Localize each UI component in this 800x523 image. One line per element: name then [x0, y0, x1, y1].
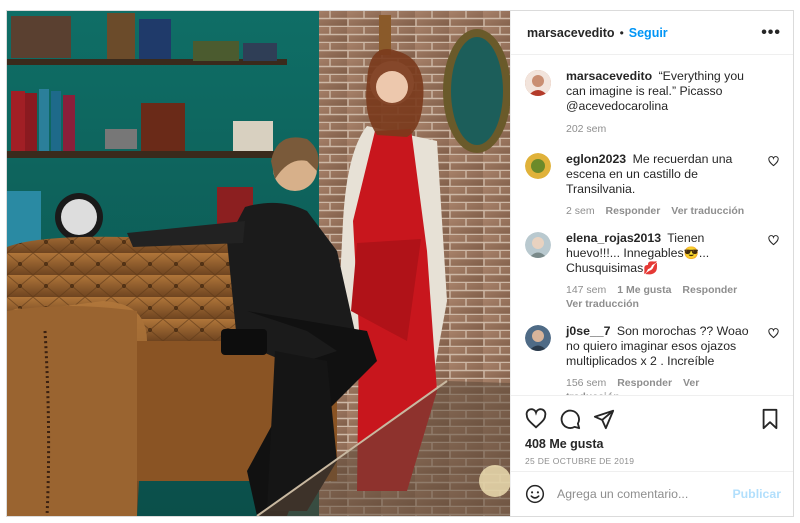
- comment-time[interactable]: 147 sem: [566, 284, 606, 296]
- translate-button[interactable]: Ver traducción: [566, 298, 639, 310]
- instagram-post: marsacevedito • Seguir ••• marsacevedito…: [6, 10, 794, 517]
- avatar[interactable]: [525, 70, 551, 96]
- like-comment-heart-icon[interactable]: [768, 235, 779, 246]
- heart-icon[interactable]: [525, 408, 547, 430]
- post-date[interactable]: 25 de octubre de 2019: [525, 456, 781, 466]
- avatar[interactable]: [525, 153, 551, 179]
- photo-image: [7, 11, 510, 516]
- follow-button[interactable]: Seguir: [629, 26, 668, 40]
- comments-list[interactable]: marsacevedito “Everything you can imagin…: [511, 55, 793, 395]
- comment-time[interactable]: 2 sem: [566, 205, 595, 217]
- comment-composer: Publicar: [511, 471, 793, 516]
- comment-username[interactable]: eglon2023: [566, 152, 626, 166]
- like-comment-heart-icon[interactable]: [768, 156, 779, 167]
- emoji-icon[interactable]: [525, 484, 545, 504]
- comment-icon[interactable]: [559, 408, 581, 430]
- comment-item: j0se__7 Son morochas ?? Woao no quiero i…: [525, 324, 781, 395]
- comment-input[interactable]: [557, 487, 733, 501]
- avatar[interactable]: [525, 232, 551, 258]
- post-actions: 408 Me gusta 25 de octubre de 2019: [511, 395, 793, 471]
- caption-time[interactable]: 202 sem: [566, 123, 606, 135]
- post-side-panel: marsacevedito • Seguir ••• marsacevedito…: [510, 11, 793, 516]
- comment-item: eglon2023 Me recuerdan una escena en un …: [525, 152, 781, 218]
- comment-item: elena_rojas2013 Tienen huevo!!!... Inneg…: [525, 231, 781, 311]
- publish-button[interactable]: Publicar: [732, 487, 781, 501]
- comment-username[interactable]: j0se__7: [566, 324, 610, 338]
- comment-likes[interactable]: 1 Me gusta: [617, 284, 671, 296]
- post-photo[interactable]: [7, 11, 510, 516]
- comment-username[interactable]: elena_rojas2013: [566, 231, 661, 245]
- caption-username[interactable]: marsacevedito: [566, 69, 652, 83]
- reply-button[interactable]: Responder: [617, 377, 672, 389]
- translate-button[interactable]: Ver traducción: [671, 205, 744, 217]
- likes-count[interactable]: 408 Me gusta: [525, 437, 781, 451]
- header-username[interactable]: marsacevedito: [527, 26, 615, 40]
- action-icons: [525, 404, 781, 434]
- post-header: marsacevedito • Seguir •••: [511, 11, 793, 55]
- comment-time[interactable]: 156 sem: [566, 377, 606, 389]
- bookmark-icon[interactable]: [759, 408, 781, 430]
- more-options-icon[interactable]: •••: [761, 24, 781, 42]
- header-separator: •: [619, 25, 624, 40]
- reply-button[interactable]: Responder: [606, 205, 661, 217]
- avatar[interactable]: [525, 325, 551, 351]
- share-icon[interactable]: [593, 408, 615, 430]
- caption: marsacevedito “Everything you can imagin…: [525, 69, 781, 136]
- like-comment-heart-icon[interactable]: [768, 328, 779, 339]
- reply-button[interactable]: Responder: [682, 284, 737, 296]
